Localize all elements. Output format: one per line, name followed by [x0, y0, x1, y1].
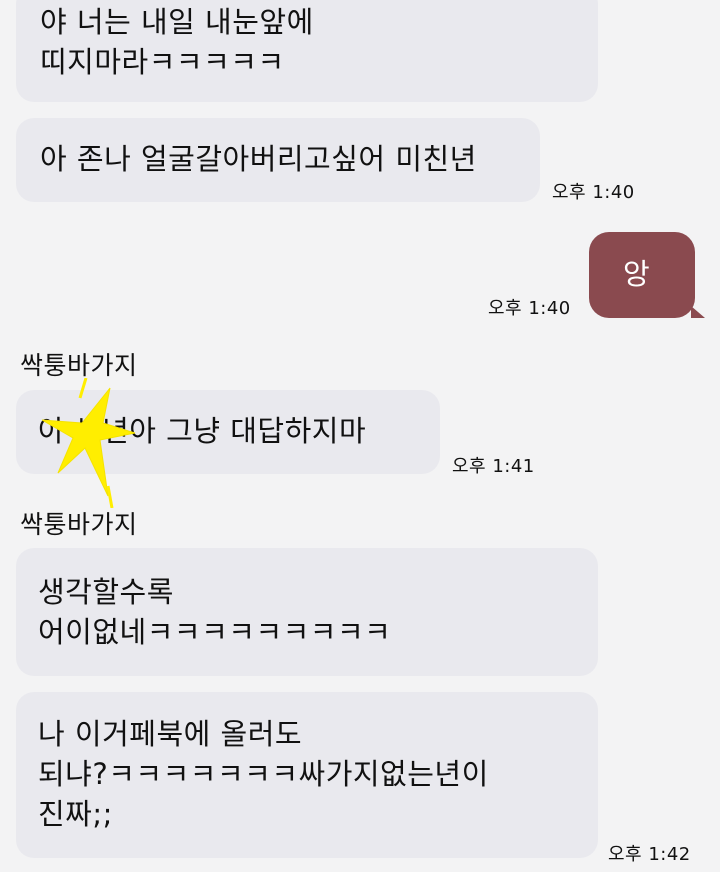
sender-name: 싹퉁바가지	[20, 351, 138, 380]
message-time: 오후 1:42	[608, 844, 691, 865]
chat-view: 야 너는 내일 내눈앞에 띠지마라ㅋㅋㅋㅋㅋ 아 존나 얼굴갈아버리고싶어 미친…	[0, 0, 720, 872]
received-message[interactable]: 나 이거페북에 올러도 되냐?ㅋㅋㅋㅋㅋㅋㅋ싸가지없는년이 진짜;;	[16, 692, 598, 858]
message-time: 오후 1:40	[488, 298, 571, 319]
message-time: 오후 1:40	[552, 182, 635, 203]
received-message[interactable]: 생각할수록 어이없네ㅋㅋㅋㅋㅋㅋㅋㅋㅋ	[16, 548, 598, 676]
sender-name: 싹퉁바가지	[20, 510, 138, 539]
sent-message[interactable]: 앙	[589, 232, 705, 318]
received-message[interactable]: 야 너는 내일 내눈앞에 띠지마라ㅋㅋㅋㅋㅋ	[16, 0, 598, 102]
message-time: 오후 1:41	[452, 456, 535, 477]
received-message[interactable]: 아 존나 얼굴갈아버리고싶어 미친년	[16, 118, 540, 202]
received-message[interactable]: 아 씹년아 그냥 대답하지마	[16, 390, 440, 474]
